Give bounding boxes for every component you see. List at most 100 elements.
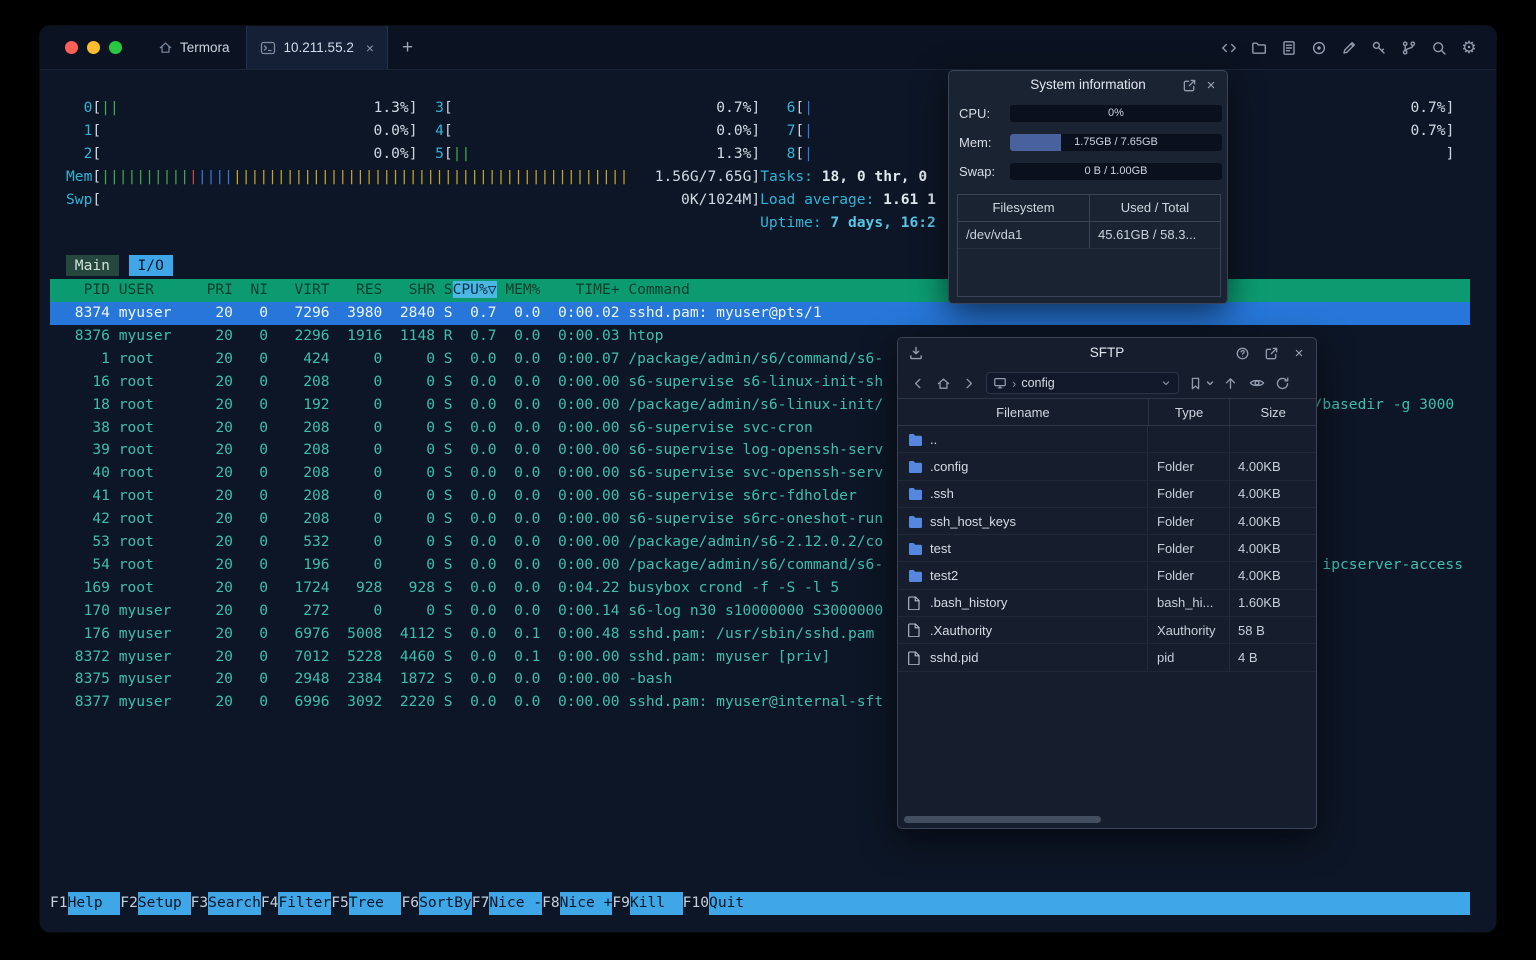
- filesystem-row[interactable]: /dev/vda1 45.61GB / 58.3...: [958, 222, 1220, 249]
- fn-quit-button[interactable]: Quit: [709, 892, 762, 915]
- sftp-file-row[interactable]: test2 Folder 4.00KB: [898, 562, 1316, 590]
- sysinfo-meters: CPU: 0% Mem: 1.75GB / 7.65GB Swap: 0 B / 1.00…: [949, 99, 1227, 186]
- tab-bar: Termora 10.211.55.2 × + ⚙: [40, 26, 1496, 70]
- log-icon[interactable]: [1280, 39, 1298, 57]
- sftp-file-row[interactable]: test Folder 4.00KB: [898, 535, 1316, 563]
- record-icon[interactable]: [1310, 39, 1328, 57]
- htop-tab-io[interactable]: I/O: [128, 255, 173, 276]
- process-row[interactable]: 8374 myuser 20 0 7296 3980 2840 S 0.7 0.…: [50, 302, 1470, 325]
- scrollbar-thumb[interactable]: [904, 816, 1101, 823]
- back-icon[interactable]: [908, 374, 927, 393]
- app-window: Termora 10.211.55.2 × + ⚙ 0[|| 1.3%] 3[: [40, 26, 1496, 932]
- htop-tab-main[interactable]: Main: [66, 255, 119, 276]
- sysinfo-meter-row: Mem: 1.75GB / 7.65GB: [949, 128, 1227, 157]
- size-column-header[interactable]: Size: [1229, 399, 1316, 425]
- fn-sortby-button[interactable]: SortBy: [419, 892, 472, 915]
- file-icon: [908, 617, 930, 643]
- file-type: Folder: [1147, 480, 1229, 507]
- fn-setup-button[interactable]: Setup: [137, 892, 191, 915]
- used-total-column-header: Used / Total: [1089, 195, 1220, 221]
- fn-key-label: F4: [260, 894, 279, 911]
- bookmark-caret-icon[interactable]: [1206, 379, 1214, 387]
- close-tab-icon[interactable]: ×: [366, 40, 374, 56]
- fn-key-label: F6: [401, 894, 420, 911]
- filesystem-table: Filesystem Used / Total /dev/vda1 45.61GB…: [957, 194, 1221, 297]
- sysinfo-meter-row: Swap: 0 B / 1.00GB: [949, 157, 1227, 186]
- fn-key-label: F1: [50, 894, 68, 911]
- close-panel-icon[interactable]: ×: [1203, 77, 1219, 93]
- fn-kill-button[interactable]: Kill: [629, 892, 683, 915]
- uptime-row: Uptime: 7 days, 16:2: [760, 213, 936, 231]
- fn-filter-button[interactable]: Filter: [278, 892, 332, 915]
- file-size: 1.60KB: [1229, 589, 1316, 617]
- key-icon[interactable]: [1370, 39, 1388, 57]
- fn-key-label: F10: [682, 894, 710, 911]
- help-icon[interactable]: [1234, 345, 1250, 361]
- show-hidden-eye-icon[interactable]: [1247, 374, 1266, 393]
- tab-home[interactable]: Termora: [142, 26, 246, 69]
- parent-directory-icon[interactable]: [1221, 374, 1240, 393]
- swap-meter-row: Swp[ 0K/1024M]Load average: 1.61 1: [66, 190, 936, 208]
- sftp-toolbar: › config: [898, 368, 1316, 398]
- open-in-window-icon[interactable]: [1263, 345, 1279, 361]
- edit-icon[interactable]: [1340, 39, 1358, 57]
- fn-nice--button[interactable]: Nice +: [559, 892, 613, 915]
- folder-icon: [908, 453, 930, 479]
- session-tab-label: 10.211.55.2: [283, 40, 354, 55]
- home-icon: [159, 42, 172, 53]
- sftp-file-row[interactable]: .config Folder 4.00KB: [898, 453, 1316, 481]
- terminal-icon: [260, 41, 275, 54]
- type-column-header[interactable]: Type: [1147, 399, 1230, 425]
- home-dir-icon[interactable]: [934, 374, 953, 393]
- fn-key-label: F3: [190, 894, 209, 911]
- fn-search-button[interactable]: Search: [208, 892, 261, 915]
- new-tab-button[interactable]: +: [402, 38, 413, 57]
- sysinfo-progress-text: 1.75GB / 7.65GB: [1074, 136, 1158, 148]
- bookmark-icon[interactable]: [1186, 374, 1205, 393]
- forward-icon[interactable]: [960, 374, 979, 393]
- open-in-window-icon[interactable]: [1181, 77, 1197, 93]
- branch-icon[interactable]: [1400, 39, 1418, 57]
- filesystem-name: /dev/vda1: [966, 227, 1023, 242]
- gear-icon: ⚙: [1461, 38, 1477, 57]
- fn-tree-button[interactable]: Tree: [348, 892, 402, 915]
- sftp-table-header[interactable]: Filename Type Size: [898, 398, 1316, 426]
- file-type: bash_hi...: [1147, 589, 1229, 617]
- horizontal-scrollbar[interactable]: [898, 816, 1316, 824]
- file-name: .bash_history: [930, 595, 1008, 611]
- sysinfo-meter-label: Swap:: [959, 164, 996, 179]
- process-table-header[interactable]: PID USER PRI NI VIRT RES SHR SCPU%▽ MEM%…: [50, 279, 1470, 302]
- file-size: 4.00KB: [1229, 562, 1316, 589]
- zoom-window-button[interactable]: [109, 41, 122, 54]
- close-panel-icon[interactable]: ×: [1291, 345, 1307, 361]
- sftp-file-row[interactable]: ..: [898, 426, 1316, 454]
- file-name: .Xauthority: [930, 622, 993, 638]
- fn-help-button[interactable]: Help: [67, 892, 121, 915]
- system-information-panel: System information × CPU: 0% Mem: 1.75GB / …: [948, 70, 1228, 304]
- sftp-file-row[interactable]: .ssh Folder 4.00KB: [898, 480, 1316, 508]
- file-name: .config: [930, 458, 969, 474]
- folder-icon: [908, 508, 930, 534]
- sftp-file-row[interactable]: .Xauthority Xauthority 58 B: [898, 617, 1316, 645]
- search-icon[interactable]: [1430, 39, 1448, 57]
- filename-column-header[interactable]: Filename: [898, 405, 1148, 420]
- minimize-window-button[interactable]: [87, 41, 100, 54]
- fn-nice--button[interactable]: Nice -: [489, 892, 543, 915]
- sftp-file-row[interactable]: .bash_history bash_hi... 1.60KB: [898, 589, 1316, 618]
- folder-icon: [908, 535, 930, 561]
- file-name: sshd.pid: [930, 650, 979, 666]
- sftp-file-row[interactable]: ssh_host_keys Folder 4.00KB: [898, 507, 1316, 536]
- path-breadcrumb[interactable]: › config: [986, 372, 1179, 394]
- filesystem-table-header: Filesystem Used / Total: [958, 195, 1220, 222]
- folder-icon[interactable]: [1250, 39, 1268, 57]
- sftp-file-row[interactable]: sshd.pid pid 4 B: [898, 644, 1316, 672]
- close-window-button[interactable]: [65, 41, 78, 54]
- file-type: Folder: [1147, 535, 1229, 562]
- file-type: [1147, 426, 1229, 453]
- file-size: [1229, 426, 1316, 453]
- tab-session[interactable]: 10.211.55.2 ×: [245, 26, 389, 69]
- code-icon[interactable]: [1220, 39, 1238, 57]
- refresh-icon[interactable]: [1273, 374, 1292, 393]
- settings-icon[interactable]: ⚙: [1460, 39, 1478, 57]
- chevron-down-icon[interactable]: [1160, 377, 1172, 389]
